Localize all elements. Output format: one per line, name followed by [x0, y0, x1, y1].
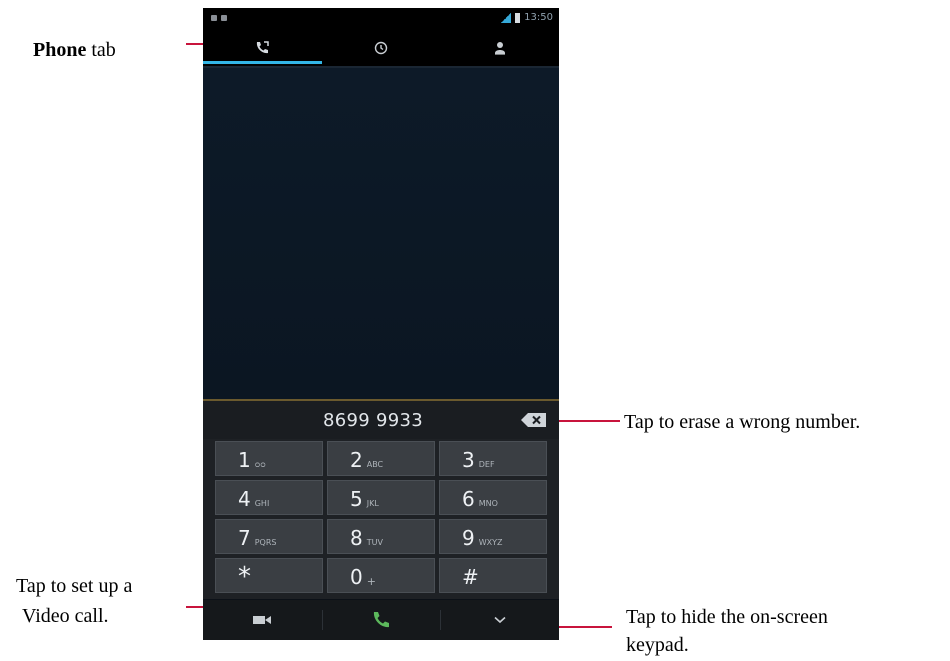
key-letters: ABC: [366, 460, 384, 469]
key-5[interactable]: 5 JKL: [327, 480, 435, 515]
key-letters: WXYZ: [478, 538, 503, 547]
phone-tab-annotation-bold: Phone: [33, 39, 87, 61]
key-7[interactable]: 7 PQRS: [215, 519, 323, 554]
key-letters: DEF: [478, 460, 495, 469]
tab-recent-calls[interactable]: [322, 30, 441, 66]
key-letters: GHI: [254, 499, 270, 508]
empty-content-area: [203, 68, 559, 399]
notification-icons: [211, 15, 227, 21]
key-letters: MNO: [478, 499, 498, 508]
tab-bar: [203, 30, 559, 66]
key-digit: 8: [350, 526, 363, 550]
recent-calls-clock-icon: [374, 41, 388, 55]
phone-tab-annotation-rest: tab: [86, 39, 116, 61]
key-2[interactable]: 2 ABC: [327, 441, 435, 476]
action-bar: [203, 600, 559, 640]
key-0[interactable]: 0 +: [327, 558, 435, 593]
call-button[interactable]: [321, 600, 441, 640]
tab-phone[interactable]: [203, 30, 322, 66]
video-call-annotation-line2: Video call.: [22, 605, 109, 627]
call-icon: [373, 612, 389, 628]
signal-icon: [501, 12, 512, 23]
key-digit: 3: [462, 448, 475, 472]
dialed-number[interactable]: 8699 9933: [203, 410, 523, 431]
erase-annotation: Tap to erase a wrong number.: [624, 411, 861, 433]
key-digit: 0: [350, 565, 363, 589]
key-digit: 6: [462, 487, 475, 511]
tab-contacts[interactable]: [440, 30, 559, 66]
erase-callout-line: [554, 420, 620, 422]
key-hash[interactable]: #: [439, 558, 547, 593]
hide-keypad-button[interactable]: [440, 600, 559, 640]
status-bar: 13:50: [203, 8, 559, 30]
backspace-icon[interactable]: [521, 413, 547, 427]
contacts-person-icon: [494, 42, 505, 55]
key-star[interactable]: *: [215, 558, 323, 593]
key-digit: #: [462, 565, 479, 589]
video-call-annotation-line1: Tap to set up a: [16, 575, 133, 597]
phone-screen: 13:50 8699 9933 1 ᴑᴑ 2 ABC 3 DEF 4 GHI 5 JKL …: [203, 8, 559, 640]
status-time: 13:50: [524, 12, 553, 23]
key-digit: 9: [462, 526, 475, 550]
key-digit: *: [238, 562, 251, 592]
status-indicators: 13:50: [501, 12, 553, 23]
key-letters: +: [366, 575, 376, 588]
key-3[interactable]: 3 DEF: [439, 441, 547, 476]
key-8[interactable]: 8 TUV: [327, 519, 435, 554]
dialed-number-row: 8699 9933: [203, 401, 559, 439]
hide-keypad-annotation-line2: keypad.: [626, 634, 689, 656]
key-digit: 5: [350, 487, 363, 511]
key-letters: TUV: [366, 538, 383, 547]
key-1[interactable]: 1 ᴑᴑ: [215, 441, 323, 476]
key-digit: 7: [238, 526, 251, 550]
hide-keypad-annotation-line1: Tap to hide the on-screen: [626, 606, 828, 628]
phone-tab-annotation: Phone tab: [33, 38, 116, 62]
key-letters: JKL: [366, 499, 379, 508]
voicemail-icon: ᴑᴑ: [254, 460, 266, 469]
key-9[interactable]: 9 WXYZ: [439, 519, 547, 554]
hide-keypad-chevron-icon: [494, 616, 506, 624]
key-6[interactable]: 6 MNO: [439, 480, 547, 515]
video-call-button[interactable]: [203, 600, 322, 640]
video-call-icon: [253, 616, 272, 624]
key-letters: PQRS: [254, 538, 277, 547]
key-4[interactable]: 4 GHI: [215, 480, 323, 515]
key-digit: 2: [350, 448, 363, 472]
dial-keypad: 1 ᴑᴑ 2 ABC 3 DEF 4 GHI 5 JKL 6 MNO 7 PQRS 8 TUV …: [203, 439, 559, 599]
phone-icon: [257, 41, 270, 54]
battery-icon: [515, 12, 521, 23]
key-digit: 4: [238, 487, 251, 511]
key-digit: 1: [238, 448, 251, 472]
